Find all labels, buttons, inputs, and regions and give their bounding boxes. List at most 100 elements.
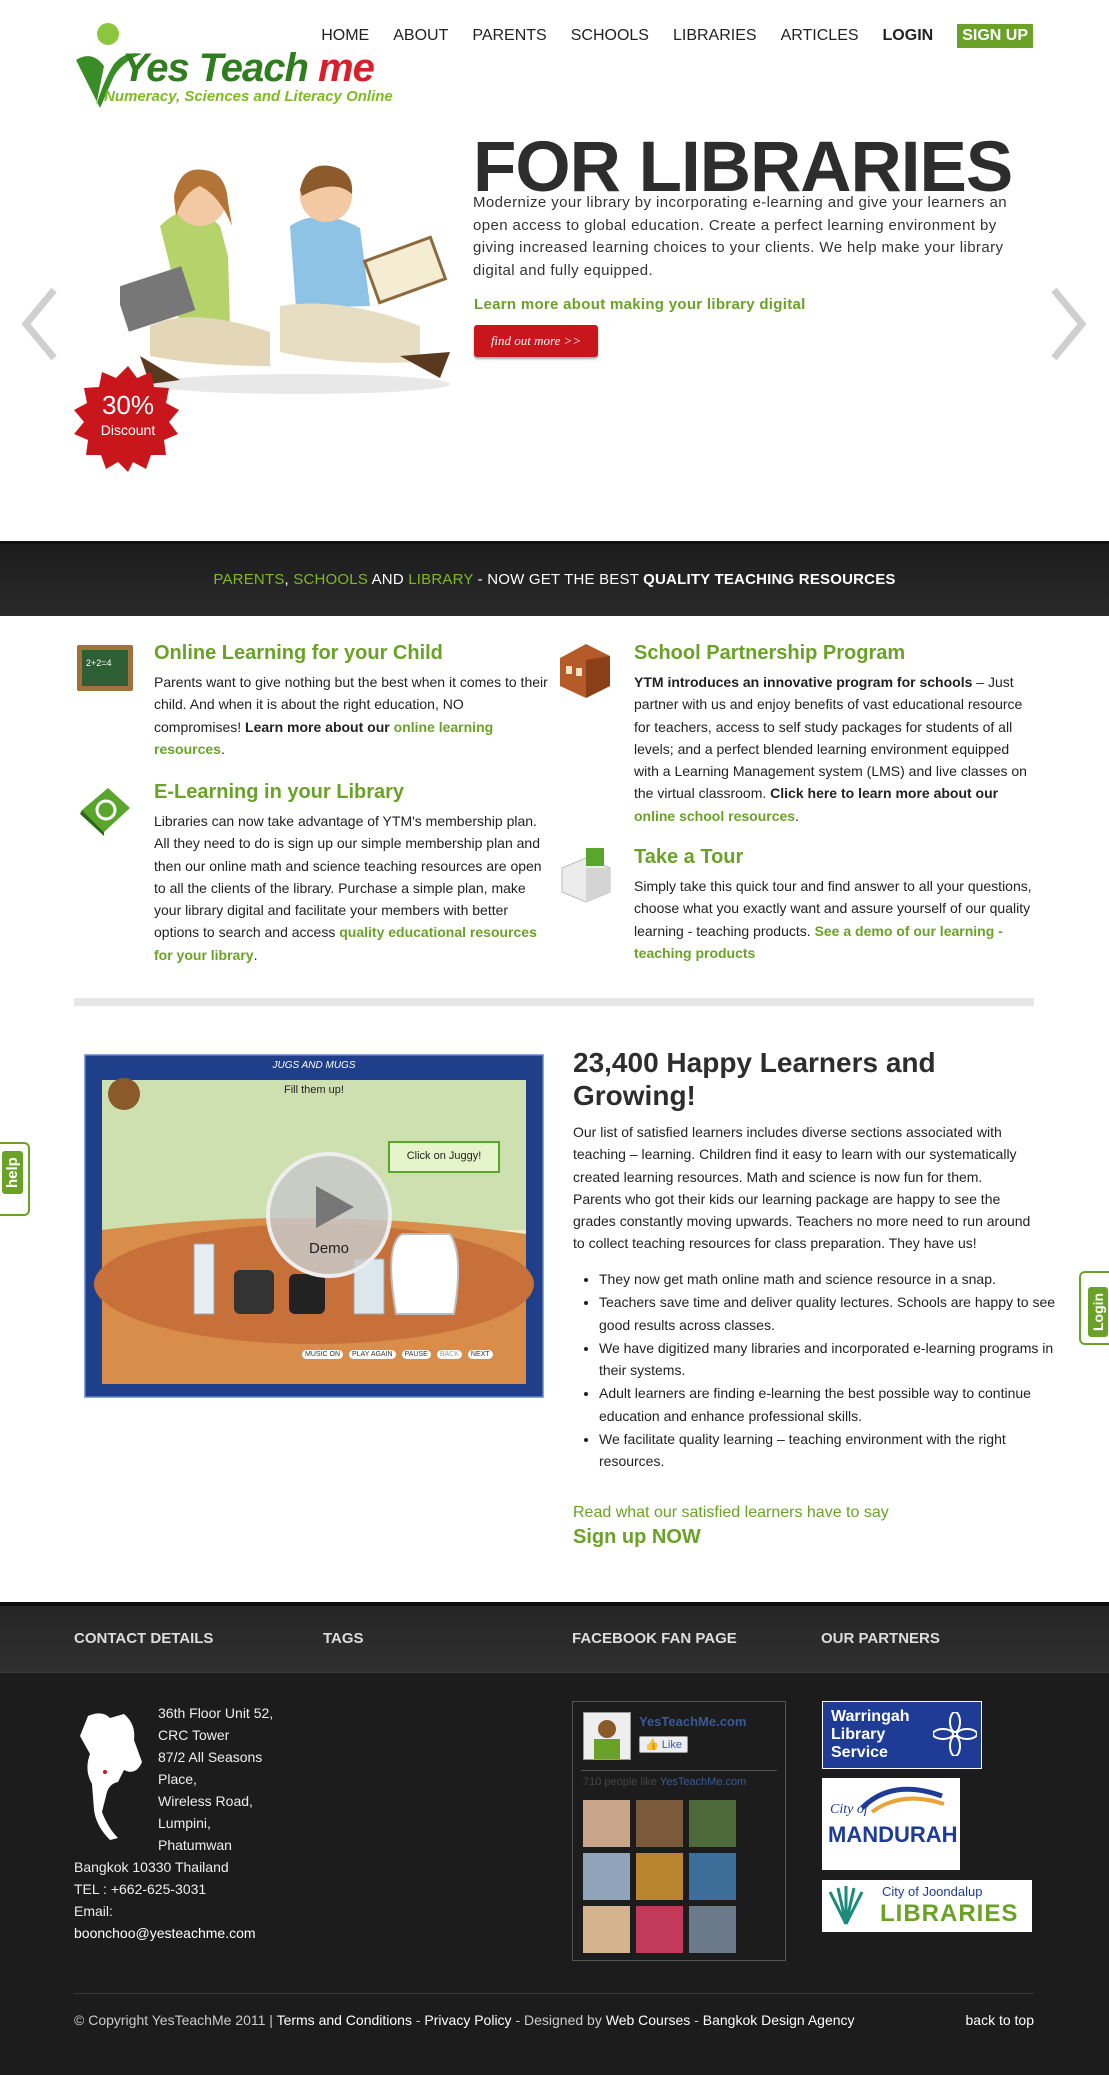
list-item: We facilitate quality learning – teachin…: [599, 1428, 1059, 1473]
feature-elearning-library: E-Learning in your Library Libraries can…: [154, 781, 554, 966]
help-side-tab[interactable]: help: [0, 1142, 30, 1216]
hero-kids-image: [120, 165, 450, 394]
nav-home[interactable]: HOME: [321, 27, 369, 45]
demo-title: JUGS AND MUGS: [272, 1060, 356, 1071]
feature-tour-text: Simply take this quick tour and find ans…: [634, 878, 1032, 961]
tour-box-icon: [561, 848, 611, 903]
partner-mandurah-logo[interactable]: City of MANDURAH: [822, 1778, 960, 1870]
fan-avatar[interactable]: [636, 1800, 683, 1847]
chalkboard-icon: 2+2=4: [77, 645, 133, 691]
logo-wordmark: Yes Teach me: [122, 46, 375, 90]
learners-title: 23,400 Happy Learners and Growing!: [573, 1047, 936, 1111]
play-icon: [316, 1186, 354, 1228]
facebook-avatar[interactable]: [583, 1712, 631, 1760]
facebook-page-name[interactable]: YesTeachMe.com: [639, 1714, 746, 1729]
nav-schools[interactable]: SCHOOLS: [571, 27, 649, 45]
thumbs-up-icon: 👍: [645, 1739, 659, 1751]
learners-list: They now get math online math and scienc…: [573, 1268, 1059, 1474]
flower-icon: [933, 1712, 977, 1756]
discount-label: Discount: [100, 422, 156, 438]
demo-click-caption: Click on Juggy!: [406, 1150, 482, 1162]
nav-articles[interactable]: ARTICLES: [781, 27, 859, 45]
partner-joondalup-logo[interactable]: City of Joondalup LIBRARIES: [822, 1880, 1032, 1932]
demo-label: Demo: [308, 1240, 349, 1257]
nav-about[interactable]: ABOUT: [393, 27, 448, 45]
login-side-tab[interactable]: Login: [1079, 1271, 1109, 1345]
testimonials-link[interactable]: Read what our satisfied learners have to…: [573, 1504, 889, 1522]
feature-online-title: Online Learning for your Child: [154, 642, 443, 664]
email-link[interactable]: boonchoo@yesteachme.com: [74, 1925, 256, 1941]
slider-next-arrow-icon[interactable]: [1050, 288, 1086, 360]
resources-banner: PARENTS, SCHOOLS AND LIBRARY - NOW GET T…: [0, 541, 1109, 616]
demo-fill-caption: Fill them up!: [284, 1084, 344, 1096]
facebook-fan-grid: [583, 1800, 743, 1953]
logo-tagline: Numeracy, Sciences and Literacy Online: [104, 88, 393, 105]
feature-take-tour: Take a Tour Simply take this quick tour …: [634, 846, 1034, 964]
music-on-control[interactable]: MUSIC ON: [302, 1350, 343, 1359]
web-courses-link[interactable]: Web Courses: [606, 2012, 691, 2028]
facebook-like-count: 710 people like YesTeachMe.com: [583, 1776, 747, 1788]
facebook-like-button[interactable]: 👍 Like: [639, 1736, 688, 1753]
facebook-widget: YesTeachMe.com 👍 Like 710 people like Ye…: [572, 1701, 786, 1961]
contact-details: 36th Floor Unit 52, CRC Tower 87/2 All S…: [74, 1705, 274, 1941]
joondalup-fan-icon: [828, 1886, 864, 1925]
feature-elearning-text: Libraries can now take advantage of YTM'…: [154, 813, 542, 963]
feature-school-text: YTM introduces an innovative program for…: [634, 674, 1027, 824]
nav-libraries[interactable]: LIBRARIES: [673, 27, 757, 45]
design-agency-link[interactable]: Bangkok Design Agency: [703, 2012, 855, 2028]
list-item: We have digitized many libraries and inc…: [599, 1337, 1059, 1382]
list-item: Teachers save time and deliver quality l…: [599, 1291, 1059, 1336]
list-item: They now get math online math and scienc…: [599, 1268, 1059, 1290]
feature-school-partnership: School Partnership Program YTM introduce…: [634, 642, 1034, 827]
discount-percent: 30%: [101, 390, 155, 420]
next-control[interactable]: NEXT: [467, 1350, 493, 1359]
svg-text:2+2=4: 2+2=4: [86, 658, 112, 668]
footer-heading-partners: OUR PARTNERS: [821, 1630, 940, 1647]
section-divider: [74, 998, 1034, 1006]
feature-school-title: School Partnership Program: [634, 642, 906, 664]
footer-heading-contact: CONTACT DETAILS: [74, 1630, 214, 1647]
back-control[interactable]: BACK: [436, 1350, 462, 1359]
hero-slider: 30% Discount FOR LIBRARIES Modernize you…: [0, 120, 1109, 540]
footer-headings: CONTACT DETAILS TAGS FACEBOOK FAN PAGE O…: [0, 1602, 1109, 1673]
demo-player[interactable]: JUGS AND MUGS Fill them up! Click on Jug…: [82, 1052, 546, 1400]
pause-control[interactable]: PAUSE: [401, 1350, 431, 1359]
list-item: Adult learners are finding e-learning th…: [599, 1382, 1059, 1427]
fan-avatar[interactable]: [583, 1800, 630, 1847]
demo-controls: MUSIC ON PLAY AGAIN PAUSE BACK NEXT: [302, 1350, 493, 1359]
fan-avatar[interactable]: [636, 1906, 683, 1953]
hero-description: Modernize your library by incorporating …: [473, 194, 1007, 279]
find-out-more-button[interactable]: find out more >>: [474, 325, 598, 357]
online-school-resources-link[interactable]: online school resources: [634, 808, 795, 824]
partner-warringah-logo[interactable]: Warringah Library Service: [822, 1701, 982, 1769]
privacy-link[interactable]: Privacy Policy: [424, 2012, 511, 2028]
signup-now-link[interactable]: Sign up NOW: [573, 1526, 701, 1549]
terms-link[interactable]: Terms and Conditions: [277, 2012, 412, 2028]
fan-avatar[interactable]: [636, 1853, 683, 1900]
hero-learn-more-link[interactable]: Learn more about making your library dig…: [474, 296, 806, 313]
nav-login[interactable]: LOGIN: [883, 27, 934, 45]
main-nav: HOME ABOUT PARENTS SCHOOLS LIBRARIES ART…: [297, 24, 1033, 48]
play-again-control[interactable]: PLAY AGAIN: [349, 1350, 396, 1359]
learners-description: Our list of satisfied learners includes …: [573, 1124, 1031, 1252]
footer-heading-facebook: FACEBOOK FAN PAGE: [572, 1630, 737, 1647]
site-footer: CONTACT DETAILS TAGS FACEBOOK FAN PAGE O…: [0, 1602, 1109, 2075]
feature-elearning-title: E-Learning in your Library: [154, 781, 405, 803]
feature-online-text: Parents want to give nothing but the bes…: [154, 674, 548, 757]
fan-avatar[interactable]: [583, 1853, 630, 1900]
back-to-top-link[interactable]: back to top: [966, 2012, 1035, 2028]
feature-tour-title: Take a Tour: [634, 846, 744, 868]
footer-heading-tags: TAGS: [323, 1630, 364, 1647]
school-building-icon: [560, 644, 610, 698]
play-button[interactable]: Demo: [266, 1152, 392, 1278]
copyright-bar: © Copyright YesTeachMe 2011 | Terms and …: [74, 2012, 855, 2028]
email-book-icon: [80, 788, 130, 836]
fan-avatar[interactable]: [689, 1800, 736, 1847]
fan-avatar[interactable]: [689, 1853, 736, 1900]
slider-prev-arrow-icon[interactable]: [22, 288, 58, 360]
fan-avatar[interactable]: [689, 1906, 736, 1953]
nav-parents[interactable]: PARENTS: [472, 27, 546, 45]
nav-signup-button[interactable]: SIGN UP: [957, 24, 1033, 48]
feature-online-learning: Online Learning for your Child Parents w…: [154, 642, 554, 760]
fan-avatar[interactable]: [583, 1906, 630, 1953]
